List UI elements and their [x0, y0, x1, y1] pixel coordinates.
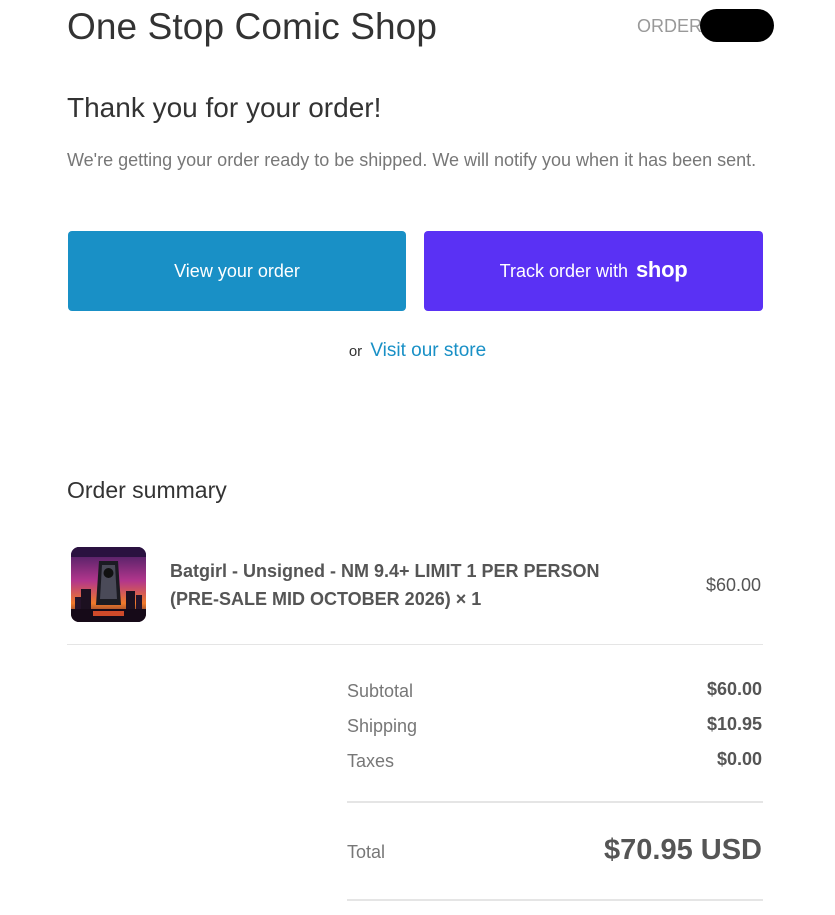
line-item-title: Batgirl - Unsigned - NM 9.4+ LIMIT 1 PER… — [170, 561, 600, 609]
subtotal-label: Subtotal — [347, 681, 414, 701]
taxes-label: Taxes — [347, 751, 395, 771]
view-order-button[interactable]: View your order — [68, 231, 406, 311]
shop-name: One Stop Comic Shop — [67, 6, 438, 47]
items-divider — [67, 644, 763, 645]
thank-you-heading: Thank you for your order! — [67, 92, 382, 123]
total-value: $70.95 USD — [604, 834, 762, 866]
shipping-value: $10.95 — [706, 714, 762, 734]
taxes-value: $0.00 — [716, 749, 762, 769]
order-status-message: We're getting your order ready to be shi… — [67, 150, 757, 170]
line-item-price: $60.00 — [705, 575, 761, 595]
visit-store-link[interactable]: Visit our store — [370, 340, 486, 361]
shop-logo: shop — [636, 257, 688, 282]
track-order-shop-button[interactable]: Track order with shop — [424, 231, 763, 311]
visit-store-line: or Visit our store — [0, 340, 835, 362]
shipping-label: Shipping — [347, 716, 418, 736]
view-order-label: View your order — [174, 260, 300, 281]
product-image — [71, 547, 146, 622]
total-label: Total — [347, 842, 386, 862]
totals-divider — [347, 801, 763, 803]
or-text: or — [348, 343, 363, 360]
order-summary-heading: Order summary — [67, 477, 227, 503]
redacted-order-number — [700, 9, 774, 42]
order-number-label: ORDER — [637, 16, 703, 36]
bottom-divider — [347, 899, 763, 901]
subtotal-value: $60.00 — [706, 679, 762, 699]
track-order-label: Track order with — [499, 260, 628, 281]
product-thumbnail — [71, 547, 146, 622]
